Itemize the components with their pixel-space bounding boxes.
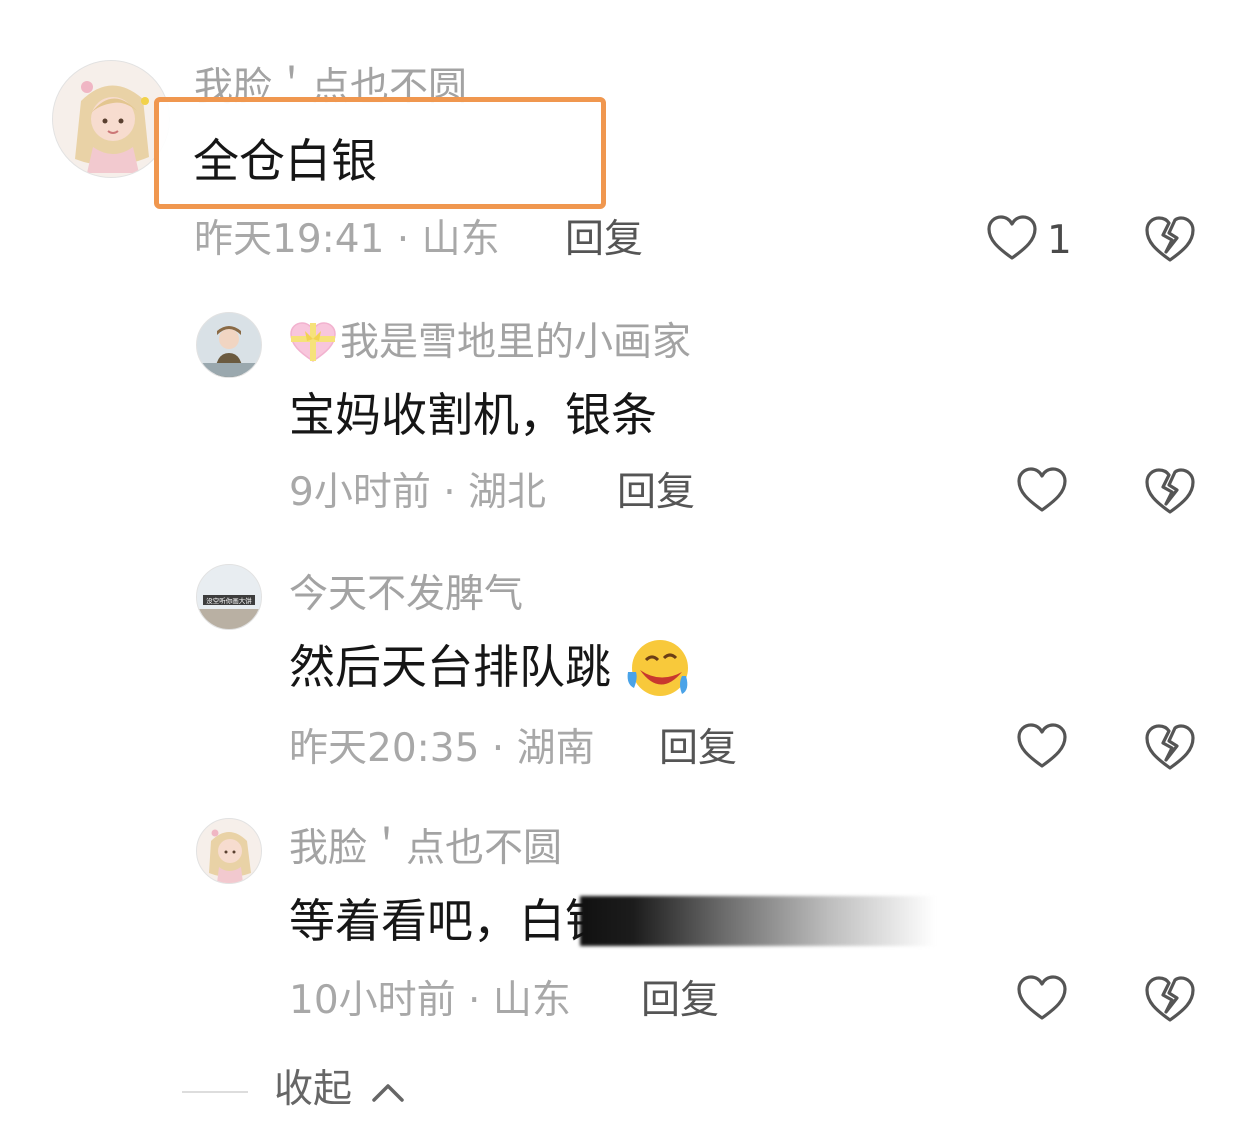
- broken-heart-icon: [1145, 724, 1195, 770]
- avatar[interactable]: [196, 818, 262, 884]
- reply-button[interactable]: 回复: [617, 473, 695, 512]
- dislike-button[interactable]: [1144, 466, 1196, 516]
- like-count: 1: [1047, 218, 1072, 263]
- reply-username[interactable]: 我是雪地里的小画家: [340, 323, 691, 362]
- chevron-up-icon: [372, 1083, 405, 1102]
- reply-text: 宝妈收割机，银条: [289, 388, 657, 442]
- reply-button[interactable]: 回复: [565, 220, 643, 259]
- heart-emoji-icon: [289, 321, 337, 363]
- avatar[interactable]: [196, 312, 262, 378]
- divider-line: [182, 1091, 248, 1093]
- comment-text: 全仓白银: [193, 134, 377, 188]
- reply-button[interactable]: 回复: [641, 981, 719, 1020]
- avatar-caption: 没空听你画大饼: [206, 596, 252, 605]
- comment-timestamp-location: 昨天19:41 · 山东: [194, 217, 500, 262]
- like-button[interactable]: [986, 214, 1038, 262]
- reply-username[interactable]: 今天不发脾气: [289, 575, 523, 614]
- heart-outline-icon: [1017, 467, 1067, 512]
- reply-username[interactable]: 我脸＇点也不圆: [289, 829, 562, 868]
- dislike-button[interactable]: [1144, 214, 1196, 264]
- broken-heart-icon: [1145, 216, 1195, 262]
- avatar[interactable]: [52, 60, 170, 178]
- dislike-button[interactable]: [1144, 722, 1196, 772]
- censor-overlay: [580, 896, 935, 946]
- like-button[interactable]: [1016, 466, 1068, 514]
- like-button[interactable]: [1016, 722, 1068, 770]
- laughing-crying-emoji-icon: [624, 632, 692, 700]
- reply-button[interactable]: 回复: [659, 729, 737, 768]
- collapse-replies-button[interactable]: 收起: [274, 1070, 406, 1109]
- reply-timestamp-location: 昨天20:35 · 湖南: [289, 726, 595, 771]
- broken-heart-icon: [1145, 468, 1195, 514]
- heart-outline-icon: [1017, 975, 1067, 1020]
- avatar[interactable]: 没空听你画大饼: [196, 564, 262, 630]
- heart-outline-icon: [987, 215, 1037, 260]
- reply-text: 然后天台排队跳: [289, 640, 611, 694]
- like-button[interactable]: [1016, 974, 1068, 1022]
- heart-outline-icon: [1017, 723, 1067, 768]
- reply-timestamp-location: 9小时前 · 湖北: [289, 470, 547, 515]
- dislike-button[interactable]: [1144, 974, 1196, 1024]
- broken-heart-icon: [1145, 976, 1195, 1022]
- collapse-label: 收起: [274, 1067, 353, 1112]
- reply-timestamp-location: 10小时前 · 山东: [289, 978, 571, 1023]
- reply-text: 等着看吧，白银: [289, 894, 611, 948]
